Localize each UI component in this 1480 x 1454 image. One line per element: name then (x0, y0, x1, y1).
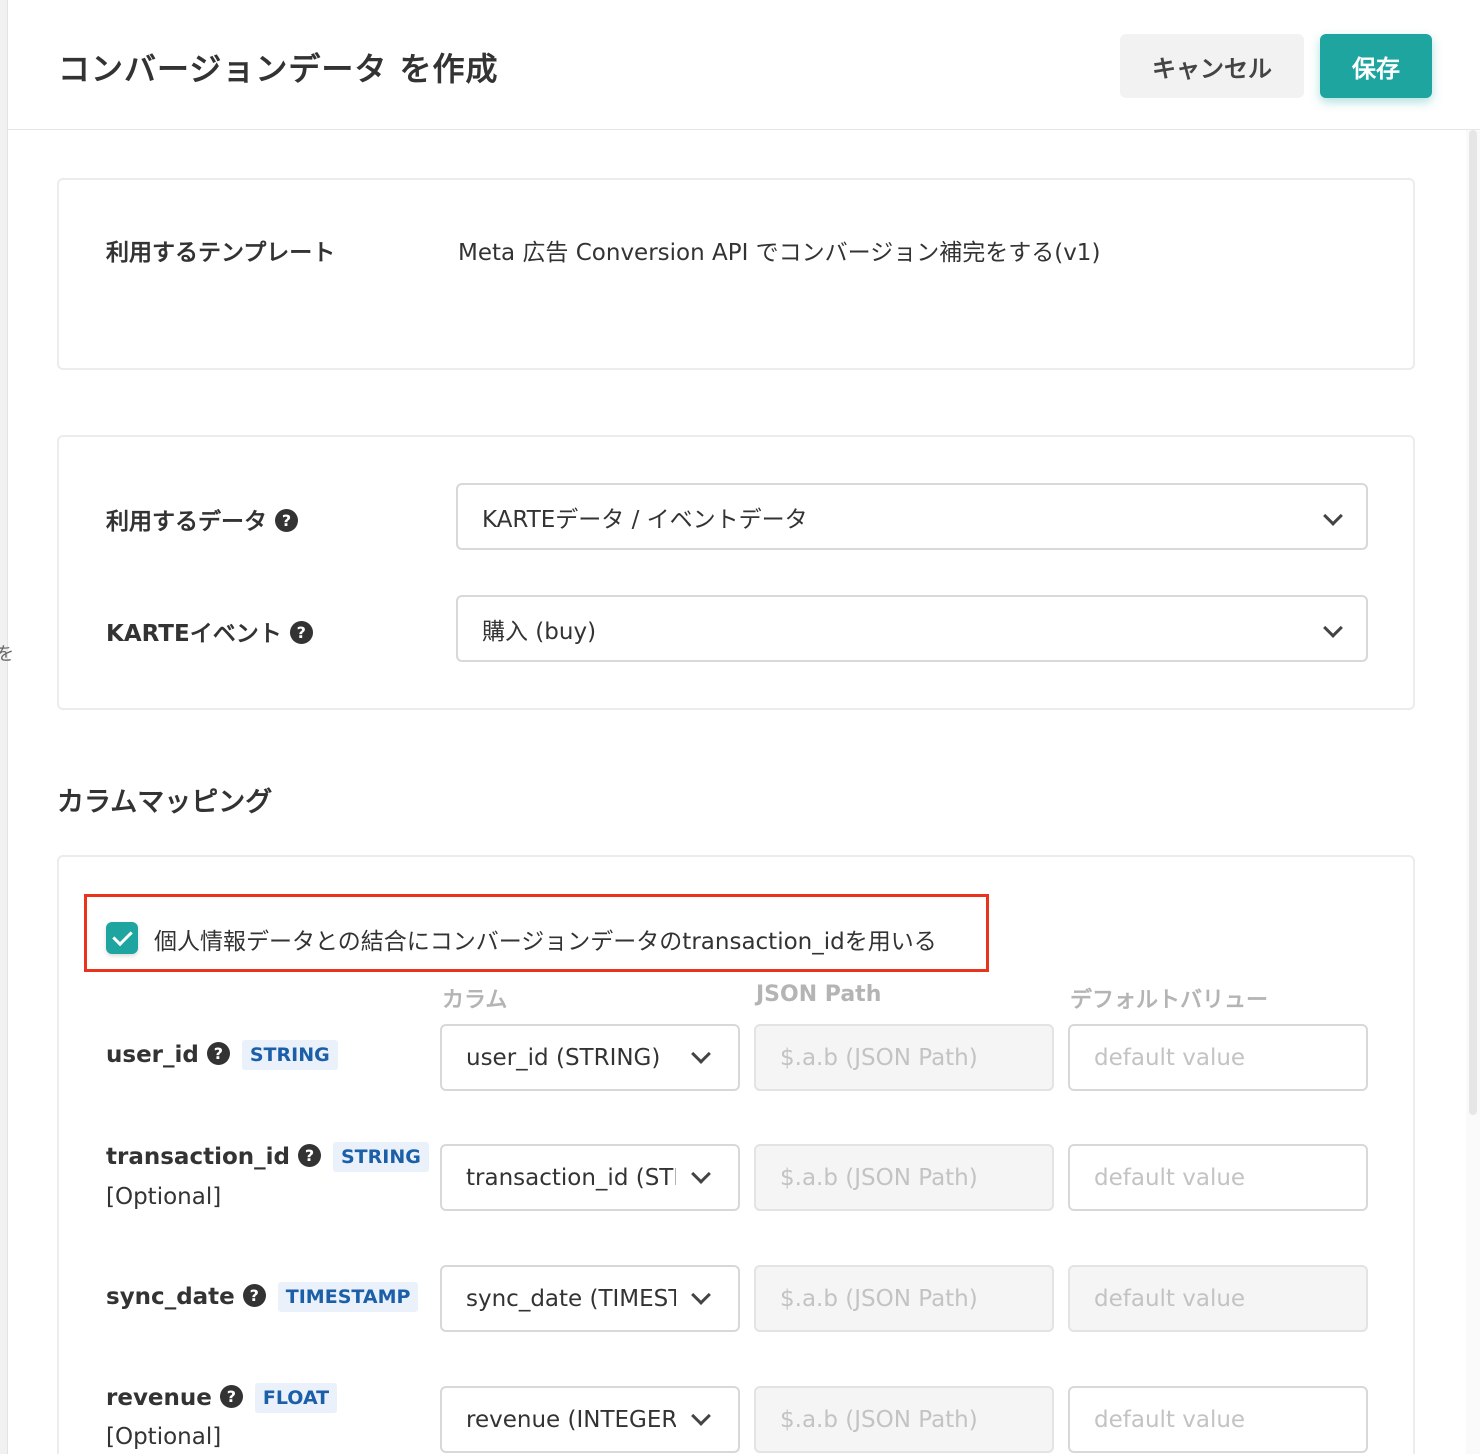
save-button[interactable]: 保存 (1320, 34, 1432, 98)
mapping-row-name: revenue? FLOAT (106, 1383, 338, 1413)
event-label-row: KARTEイベント? (106, 614, 313, 648)
column-header-json-path: JSON Path (756, 982, 882, 1007)
event-select-value: 購入 (buy) (482, 618, 597, 645)
column-select[interactable]: sync_date (TIMESTAMP) (440, 1265, 740, 1332)
help-icon[interactable]: ? (289, 621, 313, 644)
column-select[interactable]: user_id (STRING) (440, 1024, 740, 1091)
column-select-value: revenue (INTEGER) (466, 1406, 676, 1433)
help-icon[interactable]: ? (206, 1041, 230, 1065)
column-select-value: sync_date (TIMESTAMP) (466, 1285, 676, 1312)
mapping-row-name: user_id? STRING (106, 1040, 338, 1070)
field-name: transaction_id (106, 1144, 290, 1170)
field-name: user_id (106, 1042, 199, 1068)
page-title: コンバージョンデータ を作成 (58, 50, 499, 88)
cancel-button[interactable]: キャンセル (1120, 34, 1304, 98)
help-icon[interactable]: ? (242, 1283, 266, 1307)
dialog-header: コンバージョンデータ を作成 キャンセル 保存 (8, 4, 1480, 130)
default-value-input[interactable]: default value (1068, 1144, 1368, 1211)
optional-label: [Optional] (106, 1184, 222, 1210)
column-header-column: カラム (442, 988, 508, 1013)
scrollbar-thumb[interactable] (1469, 130, 1477, 1115)
optional-label: [Optional] (106, 1424, 222, 1450)
chevron-down-icon (691, 1044, 711, 1064)
help-icon[interactable]: ? (275, 509, 298, 532)
default-value-input[interactable]: default value (1068, 1386, 1368, 1453)
template-value: Meta 広告 Conversion API でコンバージョン補完をする(v1) (458, 240, 1101, 266)
help-icon[interactable]: ? (297, 1143, 321, 1167)
json-path-input[interactable]: $.a.b (JSON Path) (754, 1144, 1054, 1211)
background-panel-edge: を (0, 0, 14, 1454)
chevron-down-icon (691, 1164, 711, 1184)
chevron-down-icon (1323, 506, 1343, 526)
column-select-value: transaction_id (STRING) (466, 1164, 676, 1191)
event-label: KARTEイベント (106, 621, 282, 647)
column-select[interactable]: revenue (INTEGER) (440, 1386, 740, 1453)
type-badge: STRING (332, 1142, 429, 1172)
data-select[interactable]: KARTEデータ / イベントデータ (456, 483, 1368, 550)
field-name: revenue (106, 1385, 212, 1411)
chevron-down-icon (1323, 618, 1343, 638)
default-value-input[interactable]: default value (1068, 1265, 1368, 1332)
data-label: 利用するデータ (106, 509, 267, 535)
type-badge: TIMESTAMP (277, 1282, 419, 1312)
template-label: 利用するテンプレート (106, 240, 336, 266)
chevron-down-icon (691, 1406, 711, 1426)
data-label-row: 利用するデータ? (106, 502, 298, 536)
help-icon[interactable]: ? (219, 1384, 243, 1408)
json-path-input[interactable]: $.a.b (JSON Path) (754, 1386, 1054, 1453)
data-source-card (57, 435, 1415, 710)
transaction-id-checkbox[interactable] (106, 922, 138, 954)
column-header-default-value: デフォルトバリュー (1070, 988, 1269, 1013)
column-select-value: user_id (STRING) (466, 1044, 661, 1071)
json-path-input[interactable]: $.a.b (JSON Path) (754, 1265, 1054, 1332)
column-select[interactable]: transaction_id (STRING) (440, 1144, 740, 1211)
template-card (57, 178, 1415, 370)
data-select-value: KARTEデータ / イベントデータ (482, 506, 808, 533)
type-badge: STRING (241, 1040, 338, 1070)
background-glyph: を (0, 644, 14, 665)
json-path-input[interactable]: $.a.b (JSON Path) (754, 1024, 1054, 1091)
column-mapping-title: カラムマッピング (57, 787, 273, 818)
mapping-row-name: sync_date? TIMESTAMP (106, 1282, 419, 1312)
event-select[interactable]: 購入 (buy) (456, 595, 1368, 662)
transaction-id-checkbox-label[interactable]: 個人情報データとの結合にコンバージョンデータのtransaction_idを用い… (154, 922, 937, 956)
chevron-down-icon (691, 1285, 711, 1305)
mapping-row-name: transaction_id? STRING (106, 1142, 429, 1172)
type-badge: FLOAT (254, 1383, 338, 1413)
default-value-input[interactable]: default value (1068, 1024, 1368, 1091)
field-name: sync_date (106, 1284, 235, 1310)
scrollbar[interactable] (1466, 130, 1480, 1454)
